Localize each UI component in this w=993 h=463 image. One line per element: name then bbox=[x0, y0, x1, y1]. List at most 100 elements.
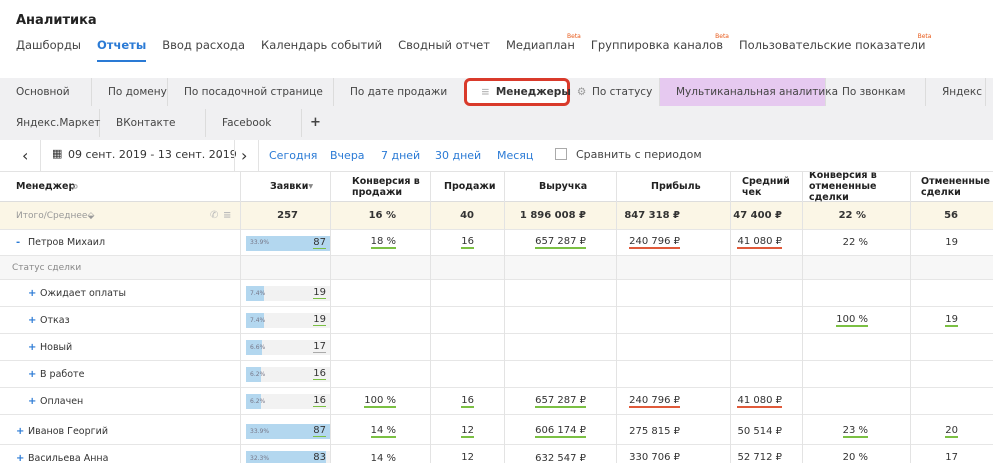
nav-item[interactable]: Отчеты bbox=[97, 38, 147, 62]
report-tab[interactable]: По статусу bbox=[576, 78, 660, 106]
status-row[interactable]: + Новый 6.6% 17 bbox=[0, 334, 993, 361]
report-tab[interactable]: Яндекс.Маркет bbox=[0, 109, 100, 137]
date-range-picker[interactable]: 09 сент. 2019 - 13 сент. 2019 bbox=[68, 148, 237, 161]
search-icon[interactable]: ⌕ bbox=[72, 172, 79, 201]
sort-desc-icon[interactable]: ▾ bbox=[308, 181, 313, 192]
column-header-revenue[interactable]: Выручка bbox=[539, 172, 589, 201]
cell-profit[interactable]: 240 796 ₽ bbox=[620, 388, 680, 414]
quick-today[interactable]: Сегодня bbox=[269, 149, 317, 162]
column-header-conv_cancel[interactable]: Конверсия в отмененные сделки bbox=[809, 172, 909, 203]
report-tab[interactable]: Основной bbox=[0, 78, 92, 106]
report-tab[interactable]: По звонкам bbox=[826, 78, 926, 106]
cell-avg_check[interactable]: 41 080 ₽ bbox=[712, 388, 782, 414]
status-row[interactable]: + Отказ 7.4% 19 100 % 19 bbox=[0, 307, 993, 334]
nav-item[interactable]: Ввод расхода bbox=[162, 38, 245, 62]
expand-icon[interactable]: + bbox=[16, 418, 24, 444]
report-tab[interactable]: По дате продажи bbox=[334, 78, 470, 106]
quick-7-days[interactable]: 7 дней bbox=[381, 149, 420, 162]
leads-value[interactable]: 87 bbox=[246, 230, 326, 255]
prev-period-icon[interactable]: ‹ bbox=[22, 146, 28, 165]
report-tab-label: ВКонтакте bbox=[116, 117, 176, 129]
sort-icon[interactable]: ⬙ bbox=[87, 211, 94, 221]
cell-conv_sales[interactable]: 18 % bbox=[336, 230, 396, 255]
cell-revenue[interactable]: 606 174 ₽ bbox=[506, 418, 586, 444]
cell-conv_cancel: 22 % bbox=[806, 230, 868, 255]
status-row[interactable]: + Оплачен 6.2% 16 100 % 16 657 287 ₽240 796 ₽4… bbox=[0, 388, 993, 415]
leads-value[interactable]: 83 bbox=[246, 445, 326, 463]
report-tab[interactable]: ≡ Менеджеры ⚙ bbox=[464, 78, 586, 106]
leads-value[interactable]: 17 bbox=[246, 334, 326, 360]
chevron-down-icon[interactable]: ⌄ bbox=[214, 148, 223, 161]
cell-profit[interactable]: 240 796 ₽ bbox=[620, 230, 680, 255]
expand-icon[interactable]: + bbox=[28, 334, 36, 360]
collapse-icon[interactable]: - bbox=[16, 230, 20, 255]
cell-revenue[interactable]: 657 287 ₽ bbox=[506, 230, 586, 255]
cell-value: 20 % bbox=[842, 451, 868, 463]
column-header-avg_check[interactable]: Средний чек bbox=[742, 172, 792, 201]
add-tab-button[interactable]: + bbox=[302, 109, 332, 137]
cell-conv_sales[interactable]: 14 % bbox=[336, 418, 396, 444]
nav-item[interactable]: Медиаплан Beta bbox=[506, 33, 581, 62]
cell-cancelled[interactable]: 19 bbox=[912, 307, 958, 333]
manager-row[interactable]: - Петров Михаил 33.9% 87 18 % 16 657 287 ₽240 … bbox=[0, 230, 993, 256]
cell-conv_cancel[interactable]: 100 % bbox=[806, 307, 868, 333]
cell-sales[interactable]: 16 bbox=[436, 230, 474, 255]
column-header-profit[interactable]: Прибыль bbox=[651, 172, 701, 201]
leads-value[interactable]: 19 bbox=[246, 280, 326, 306]
manager-row[interactable]: + Васильева Анна 32.3% 83 14 % 12 632 547 ₽330… bbox=[0, 445, 993, 463]
column-header-cancelled[interactable]: Отмененные сделки bbox=[921, 172, 991, 201]
cell-profit[interactable]: 330 706 ₽ bbox=[620, 445, 680, 463]
cell-conv_cancel[interactable]: 20 % bbox=[806, 445, 868, 463]
cell-cancelled[interactable]: 20 bbox=[912, 418, 958, 444]
manager-row[interactable]: + Иванов Георгий 33.9% 87 14 % 12 606 174 ₽275… bbox=[0, 418, 993, 445]
quick-yesterday[interactable]: Вчера bbox=[330, 149, 365, 162]
column-header-conv_sales[interactable]: Конверсия в продажи bbox=[352, 172, 432, 201]
leads-value[interactable]: 19 bbox=[246, 307, 326, 333]
status-row[interactable]: + Ожидает оплаты 7.4% 19 bbox=[0, 280, 993, 307]
cell-value: 41 080 ₽ bbox=[737, 394, 782, 408]
nav-item[interactable]: Календарь событий bbox=[261, 38, 382, 62]
expand-icon[interactable]: + bbox=[28, 280, 36, 306]
next-period-icon[interactable]: › bbox=[241, 146, 247, 165]
column-header-label: Менеджер bbox=[16, 181, 76, 192]
status-row[interactable]: + В работе 6.2% 16 bbox=[0, 361, 993, 388]
cell-avg_check[interactable]: 52 712 ₽ bbox=[712, 445, 782, 463]
expand-icon[interactable]: + bbox=[16, 445, 24, 463]
nav-item[interactable]: Пользовательские показатели Beta bbox=[739, 33, 931, 62]
cell-avg_check[interactable]: 41 080 ₽ bbox=[712, 230, 782, 255]
row-name: Отказ bbox=[40, 314, 70, 326]
leads-value[interactable]: 87 bbox=[246, 418, 326, 444]
expand-icon[interactable]: + bbox=[28, 361, 36, 387]
quick-month[interactable]: Месяц bbox=[497, 149, 533, 162]
expand-icon[interactable]: + bbox=[28, 388, 36, 414]
drag-handle-icon[interactable]: ≡ bbox=[481, 86, 490, 98]
expand-icon[interactable]: + bbox=[28, 307, 36, 333]
cell-cancelled[interactable]: 17 bbox=[912, 445, 958, 463]
cell-sales[interactable]: 12 bbox=[436, 445, 474, 463]
report-tab[interactable]: Мультиканальная аналитика bbox=[660, 78, 838, 106]
cell-sales[interactable]: 12 bbox=[436, 418, 474, 444]
quick-30-days[interactable]: 30 дней bbox=[435, 149, 481, 162]
phone-icon[interactable]: ✆ bbox=[210, 202, 218, 229]
column-header-leads[interactable]: Заявки ▾ bbox=[270, 172, 354, 201]
nav-item[interactable]: Сводный отчет bbox=[398, 38, 490, 62]
cell-conv_sales[interactable]: 100 % bbox=[336, 388, 396, 414]
menu-icon[interactable]: ≡ bbox=[223, 202, 231, 229]
compare-checkbox[interactable] bbox=[555, 148, 567, 160]
cell-revenue[interactable]: 657 287 ₽ bbox=[506, 388, 586, 414]
leads-value[interactable]: 16 bbox=[246, 388, 326, 414]
cell-sales[interactable]: 16 bbox=[436, 388, 474, 414]
nav-item[interactable]: Дашборды bbox=[16, 38, 81, 62]
report-tab[interactable]: По посадочной странице bbox=[168, 78, 334, 106]
report-tab[interactable]: ВКонтакте bbox=[100, 109, 206, 137]
divider bbox=[258, 140, 259, 172]
leads-value[interactable]: 16 bbox=[246, 361, 326, 387]
cell-conv_cancel[interactable]: 23 % bbox=[806, 418, 868, 444]
row-name: Новый bbox=[40, 341, 73, 353]
report-tab[interactable]: Facebook bbox=[206, 109, 302, 137]
report-tab[interactable]: Яндекс bbox=[926, 78, 986, 106]
column-header-sales[interactable]: Продажи bbox=[444, 172, 495, 201]
report-tab[interactable]: По домену bbox=[92, 78, 168, 106]
nav-item[interactable]: Группировка каналов Beta bbox=[591, 33, 729, 62]
column-header-manager[interactable]: Менеджер bbox=[16, 172, 75, 201]
